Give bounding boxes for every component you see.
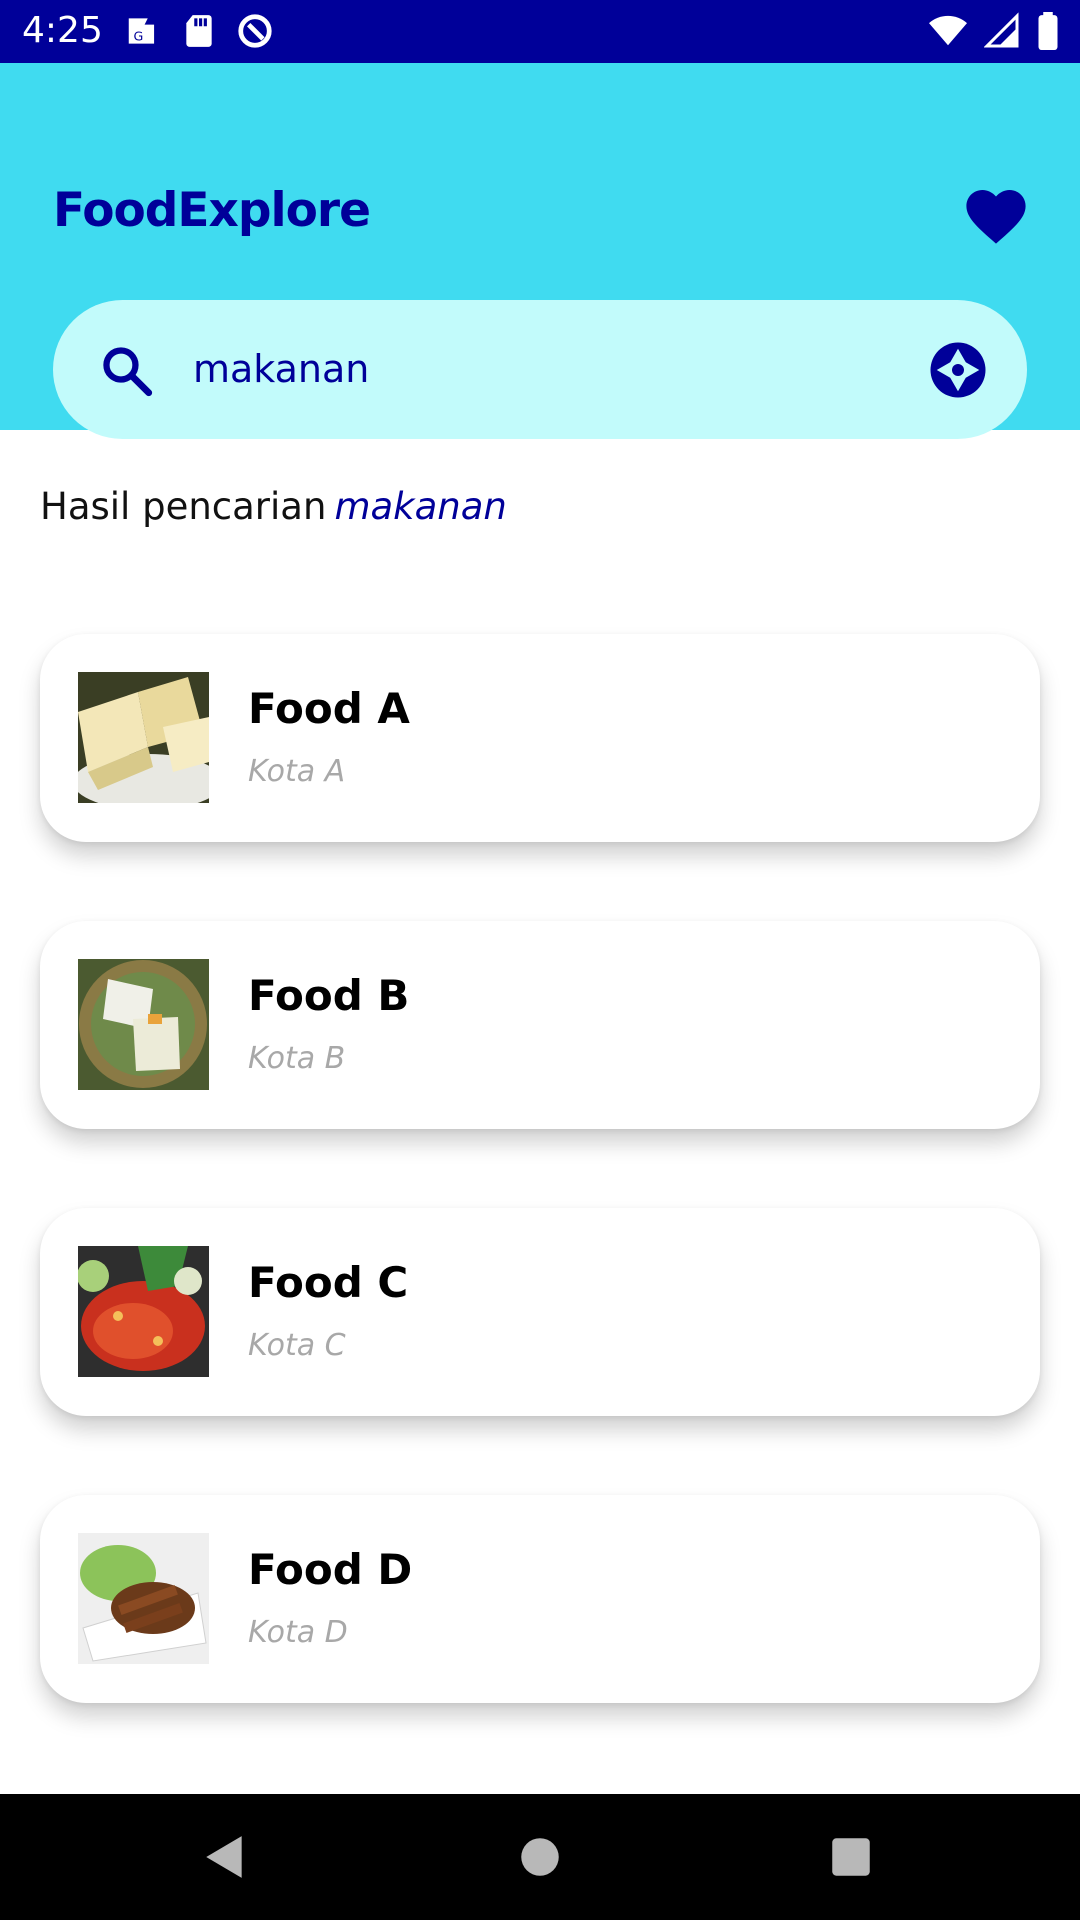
food-city: Kota A xyxy=(248,754,346,789)
food-image xyxy=(78,1246,209,1377)
signal-icon xyxy=(984,12,1019,48)
food-city: Kota C xyxy=(248,1328,346,1363)
results-heading: Hasil pencarian makanan xyxy=(40,485,507,528)
results-label: Hasil pencarian xyxy=(40,485,327,528)
wifi-icon xyxy=(929,15,967,46)
food-name: Food A xyxy=(248,684,410,733)
search-bar[interactable] xyxy=(53,300,1027,439)
food-image xyxy=(78,672,209,803)
svg-text:G: G xyxy=(134,28,144,43)
status-bar: 4:25 G xyxy=(0,0,1080,63)
food-city: Kota D xyxy=(248,1615,348,1650)
status-right-icons xyxy=(928,12,1060,50)
food-image xyxy=(78,959,209,1090)
food-name: Food B xyxy=(248,971,410,1020)
app-header: FoodExplore xyxy=(0,63,1080,439)
home-circle-icon[interactable] xyxy=(515,1832,565,1882)
status-time: 4:25 xyxy=(22,10,103,51)
maps-notification-icon: G xyxy=(128,18,155,44)
food-card[interactable]: Food C Kota C xyxy=(40,1208,1040,1416)
food-image xyxy=(78,1533,209,1664)
app-title: FoodExplore xyxy=(53,183,371,238)
back-triangle-icon[interactable] xyxy=(200,1832,250,1882)
search-icon[interactable] xyxy=(98,342,156,400)
recents-square-icon[interactable] xyxy=(826,1832,876,1882)
results-query: makanan xyxy=(334,485,507,528)
battery-icon xyxy=(1038,12,1058,50)
food-city: Kota B xyxy=(248,1041,346,1076)
sd-card-icon xyxy=(186,15,212,47)
no-sync-icon xyxy=(238,14,272,48)
food-card[interactable]: Food B Kota B xyxy=(40,921,1040,1129)
system-nav-bar xyxy=(0,1794,1080,1920)
heart-icon[interactable] xyxy=(962,183,1030,245)
search-input[interactable] xyxy=(193,334,893,404)
food-card[interactable]: Food D Kota D xyxy=(40,1495,1040,1703)
camera-aperture-icon[interactable] xyxy=(928,340,988,400)
food-name: Food D xyxy=(248,1545,413,1594)
food-card[interactable]: Food A Kota A xyxy=(40,634,1040,842)
food-name: Food C xyxy=(248,1258,409,1307)
